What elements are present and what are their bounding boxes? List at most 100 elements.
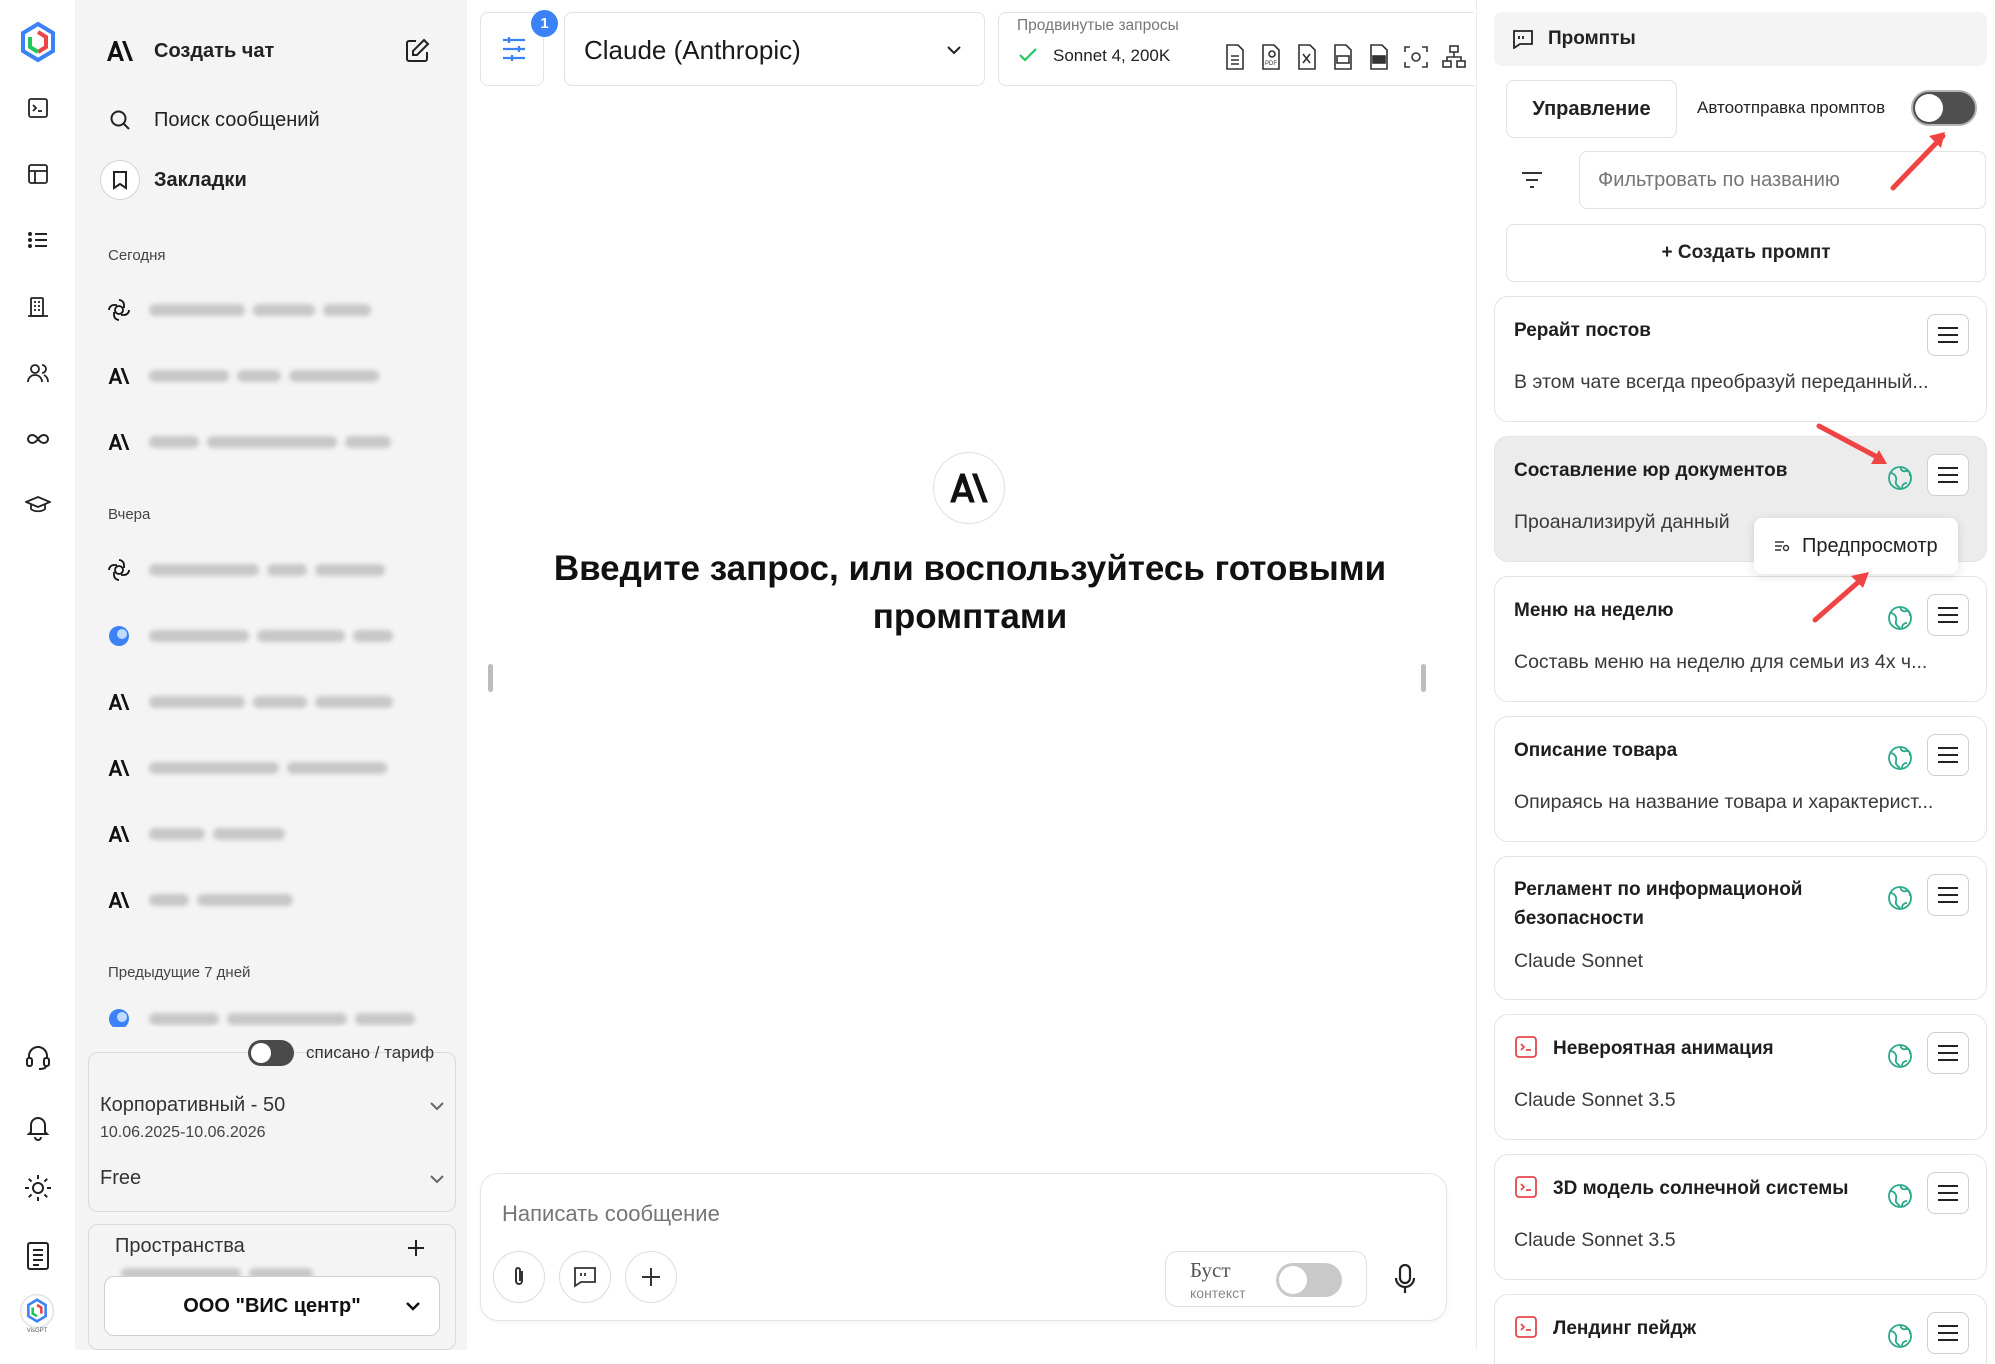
chat-item[interactable] <box>105 550 435 590</box>
prompt-menu-button[interactable] <box>1927 734 1969 776</box>
anthropic-logo-icon <box>100 31 140 71</box>
search-messages-button[interactable]: Поиск сообщений <box>100 100 320 140</box>
message-input[interactable] <box>502 1194 1402 1234</box>
globe-public-icon[interactable] <box>1886 884 1914 912</box>
search-icon <box>100 100 140 140</box>
globe-public-icon[interactable] <box>1886 744 1914 772</box>
chat-item[interactable] <box>105 1005 435 1027</box>
advanced-requests-card[interactable]: Продвинутые запросы Sonnet 4, 200K PDF <box>998 12 1474 86</box>
chat-item[interactable] <box>105 880 435 920</box>
prompt-description: Claude Sonnet <box>1514 950 1644 972</box>
prompt-menu-button[interactable] <box>1927 594 1969 636</box>
new-chat-label: Создать чат <box>154 39 275 62</box>
prompt-menu-button[interactable] <box>1927 874 1969 916</box>
users-icon[interactable] <box>18 353 58 393</box>
list-icon[interactable] <box>18 220 58 260</box>
app-logo-icon[interactable] <box>15 19 61 65</box>
chat-item[interactable] <box>105 290 435 330</box>
billing-toggle[interactable] <box>248 1040 294 1066</box>
plan-select[interactable]: Корпоративный - 50 <box>100 1094 445 1117</box>
left-resize-handle[interactable] <box>488 664 493 692</box>
infinity-icon[interactable] <box>18 419 58 459</box>
plus-icon <box>640 1266 662 1288</box>
organization-select[interactable]: ООО "ВИС центр" <box>104 1276 440 1336</box>
excel-file-icon <box>1295 44 1319 70</box>
graduation-cap-icon[interactable] <box>18 485 58 525</box>
empty-state-message: Введите запрос, или воспользуйтесь готов… <box>470 545 1470 641</box>
filter-by-name-input[interactable] <box>1579 151 1986 209</box>
create-prompt-button[interactable]: + Создать промпт <box>1506 224 1986 282</box>
right-resize-handle[interactable] <box>1421 664 1426 692</box>
globe-public-icon[interactable] <box>1886 1322 1914 1350</box>
bookmarks-button[interactable]: Закладки <box>100 160 247 200</box>
prompt-card[interactable]: Лендинг пейдж <box>1494 1294 1987 1364</box>
attach-button[interactable] <box>493 1251 545 1303</box>
chevron-down-icon <box>405 1301 421 1311</box>
create-prompt-label: + Создать промпт <box>1661 242 1831 263</box>
settings-count-badge: 1 <box>531 10 558 37</box>
pdf-file-icon: PDF <box>1259 44 1283 70</box>
chat-item[interactable] <box>105 616 435 656</box>
code-slash-icon <box>1514 1175 1538 1199</box>
prompt-menu-button[interactable] <box>1927 1032 1969 1074</box>
globe-public-icon[interactable] <box>1886 1042 1914 1070</box>
document-icon[interactable] <box>18 1236 58 1276</box>
prompt-card[interactable]: Невероятная анимация Claude Sonnet 3.5 <box>1494 1014 1987 1140</box>
bookmark-icon <box>100 160 140 200</box>
message-composer: Буст контекст <box>480 1173 1447 1321</box>
anthropic-logo-icon <box>105 362 133 390</box>
support-headset-icon[interactable] <box>18 1037 58 1077</box>
model-select[interactable]: Claude (Anthropic) <box>564 12 985 86</box>
plan-name: Корпоративный - 50 <box>100 1094 286 1116</box>
new-chat-button[interactable]: Создать чат <box>100 31 430 71</box>
hamburger-menu-icon <box>1937 1044 1959 1062</box>
chat-item[interactable] <box>105 422 435 462</box>
prompt-menu-button[interactable] <box>1927 1312 1969 1354</box>
docx-file-icon <box>1367 44 1391 70</box>
prompt-card[interactable]: Описание товара Опираясь на название тов… <box>1494 716 1987 842</box>
prompt-menu-button[interactable] <box>1927 314 1969 356</box>
sun-theme-icon[interactable] <box>18 1168 58 1208</box>
compose-edit-icon[interactable] <box>404 38 430 64</box>
attachment-type-icons: PDF <box>1223 44 1467 70</box>
icon-rail: VisGPT <box>0 0 75 1350</box>
tier-select[interactable]: Free <box>100 1167 445 1190</box>
anthropic-avatar-icon <box>933 452 1005 524</box>
globe-public-icon[interactable] <box>1886 1182 1914 1210</box>
add-space-plus-icon[interactable] <box>406 1238 426 1258</box>
building-icon[interactable] <box>18 287 58 327</box>
prompt-card[interactable]: 3D модель солнечной системы Claude Sonne… <box>1494 1154 1987 1280</box>
billing-toggle-row: списано / тариф <box>248 1040 434 1066</box>
prompt-card[interactable]: Рерайт постов В этом чате всегда преобра… <box>1494 296 1987 422</box>
prompt-menu-button[interactable] <box>1927 454 1969 496</box>
prompts-button[interactable] <box>559 1251 611 1303</box>
prompt-title: Меню на неделю <box>1514 600 1674 621</box>
table-icon[interactable] <box>18 154 58 194</box>
filter-icon[interactable] <box>1521 171 1543 189</box>
gemini-logo-icon <box>105 1005 133 1027</box>
chat-item[interactable] <box>105 748 435 788</box>
chat-item[interactable] <box>105 814 435 854</box>
globe-public-icon[interactable] <box>1886 464 1914 492</box>
manage-tab[interactable]: Управление <box>1506 80 1677 138</box>
terminal-icon[interactable] <box>18 88 58 128</box>
autosend-toggle[interactable] <box>1911 90 1977 126</box>
globe-public-icon[interactable] <box>1886 604 1914 632</box>
prompt-menu-button[interactable] <box>1927 1172 1969 1214</box>
chat-item[interactable] <box>105 356 435 396</box>
brand-logo-caption: VisGPT <box>26 1328 48 1334</box>
hamburger-menu-icon <box>1937 326 1959 344</box>
empty-state-line-2: промптами <box>872 597 1068 636</box>
prompt-title: Описание товара <box>1514 740 1678 761</box>
bell-icon[interactable] <box>18 1107 58 1147</box>
boost-toggle[interactable] <box>1276 1263 1342 1297</box>
chat-item[interactable] <box>105 682 435 722</box>
plan-dates: 10.06.2025-10.06.2026 <box>100 1124 266 1141</box>
prompt-card[interactable]: Меню на неделю Составь меню на неделю дл… <box>1494 576 1987 702</box>
microphone-icon[interactable] <box>1394 1264 1416 1294</box>
add-button[interactable] <box>625 1251 677 1303</box>
prompt-card[interactable]: Регламент по информационой безопасности … <box>1494 856 1987 1000</box>
hamburger-menu-icon <box>1937 606 1959 624</box>
preview-menu-item[interactable]: Предпросмотр <box>1754 518 1958 574</box>
paperclip-icon <box>508 1265 530 1289</box>
